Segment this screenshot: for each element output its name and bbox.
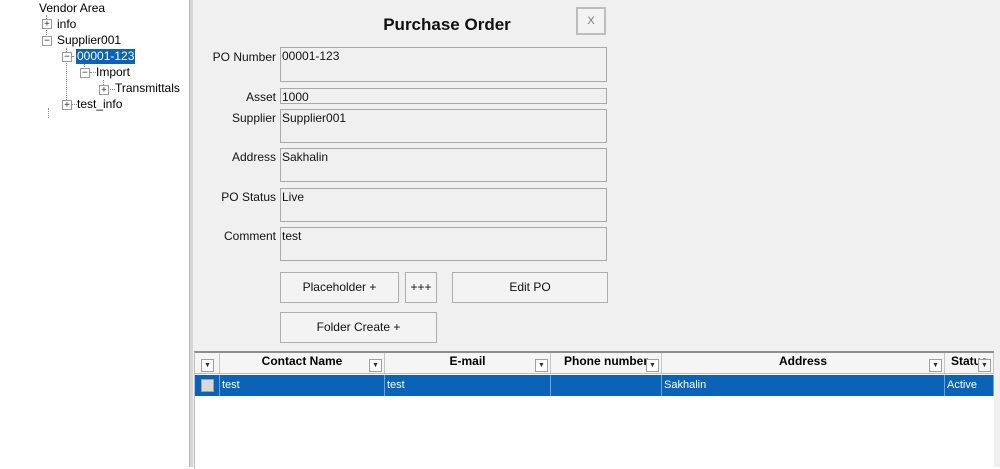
purchase-order-panel: Purchase Order X PO Number 00001-123 Ass… bbox=[193, 0, 1000, 469]
dropdown-arrow-icon[interactable]: ▼ bbox=[646, 359, 659, 372]
column-contact-name[interactable]: Contact Name ▼ bbox=[220, 353, 385, 373]
comment-field[interactable]: test bbox=[280, 227, 607, 261]
comment-label: Comment bbox=[223, 229, 276, 243]
status-cell[interactable]: Active bbox=[945, 375, 994, 396]
column-status[interactable]: Status ▼ bbox=[945, 353, 994, 373]
contacts-grid: ▼ Contact Name ▼ E-mail ▼ Phone number ▼… bbox=[194, 351, 994, 469]
tree-item-supplier001[interactable]: Supplier001 bbox=[57, 33, 121, 48]
address-label: Address bbox=[231, 150, 276, 164]
column-header-label: Address bbox=[778, 354, 828, 368]
supplier-label: Supplier bbox=[231, 111, 276, 125]
expand-icon[interactable]: + bbox=[99, 85, 109, 95]
contact-name-cell[interactable]: test bbox=[220, 375, 385, 396]
grid-header: ▼ Contact Name ▼ E-mail ▼ Phone number ▼… bbox=[195, 353, 994, 374]
dropdown-arrow-icon[interactable]: ▼ bbox=[201, 359, 214, 372]
column-address[interactable]: Address ▼ bbox=[662, 353, 945, 373]
po-number-label: PO Number bbox=[212, 50, 276, 64]
collapse-icon[interactable]: − bbox=[42, 36, 52, 46]
tree-item-transmittals[interactable]: Transmittals bbox=[115, 81, 180, 96]
column-header-label: Contact Name bbox=[261, 354, 343, 368]
tree-item-import[interactable]: Import bbox=[96, 65, 130, 80]
table-row[interactable]: test test Sakhalin Active bbox=[195, 375, 994, 396]
row-selector-cell[interactable] bbox=[195, 375, 220, 396]
collapse-icon[interactable]: − bbox=[62, 52, 72, 62]
address-cell[interactable]: Sakhalin bbox=[662, 375, 945, 396]
supplier-field[interactable]: Supplier001 bbox=[280, 109, 607, 143]
phone-cell[interactable] bbox=[551, 375, 662, 396]
tree-root-label[interactable]: Vendor Area bbox=[39, 1, 105, 16]
dropdown-arrow-icon[interactable]: ▼ bbox=[369, 359, 382, 372]
tree-item-po-selected[interactable]: 00001-123 bbox=[74, 48, 137, 65]
column-email[interactable]: E-mail ▼ bbox=[385, 353, 551, 373]
vendor-tree: Vendor Area + info − Supplier001 − 00001… bbox=[0, 0, 190, 467]
po-number-field[interactable]: 00001-123 bbox=[280, 47, 607, 82]
page-title: Purchase Order bbox=[383, 15, 511, 34]
column-header-label: E-mail bbox=[449, 354, 486, 368]
asset-label: Asset bbox=[245, 90, 276, 104]
tree-item-test-info[interactable]: test_info bbox=[77, 97, 122, 112]
asset-field[interactable]: 1000 bbox=[280, 88, 607, 104]
close-button[interactable]: X bbox=[576, 7, 606, 35]
collapse-icon[interactable]: − bbox=[80, 68, 90, 78]
grid-header-selector: ▼ bbox=[195, 353, 220, 373]
po-status-field[interactable]: Live bbox=[280, 188, 607, 222]
triple-plus-button[interactable]: +++ bbox=[405, 272, 437, 303]
placeholder-button[interactable]: Placeholder + bbox=[280, 272, 399, 303]
email-cell[interactable]: test bbox=[385, 375, 551, 396]
tree-line bbox=[48, 108, 49, 118]
column-header-label: Phone number bbox=[563, 354, 648, 368]
dropdown-arrow-icon[interactable]: ▼ bbox=[929, 359, 942, 372]
address-field[interactable]: Sakhalin bbox=[280, 148, 607, 182]
row-checkbox[interactable] bbox=[201, 379, 214, 392]
edit-po-button[interactable]: Edit PO bbox=[452, 272, 608, 303]
po-status-label: PO Status bbox=[221, 190, 276, 204]
folder-create-button[interactable]: Folder Create + bbox=[280, 312, 437, 343]
column-phone[interactable]: Phone number ▼ bbox=[551, 353, 662, 373]
expand-icon[interactable]: + bbox=[42, 19, 52, 29]
expand-icon[interactable]: + bbox=[62, 100, 72, 110]
dropdown-arrow-icon[interactable]: ▼ bbox=[535, 359, 548, 372]
dropdown-arrow-icon[interactable]: ▼ bbox=[978, 359, 991, 372]
tree-item-info[interactable]: info bbox=[57, 17, 76, 32]
